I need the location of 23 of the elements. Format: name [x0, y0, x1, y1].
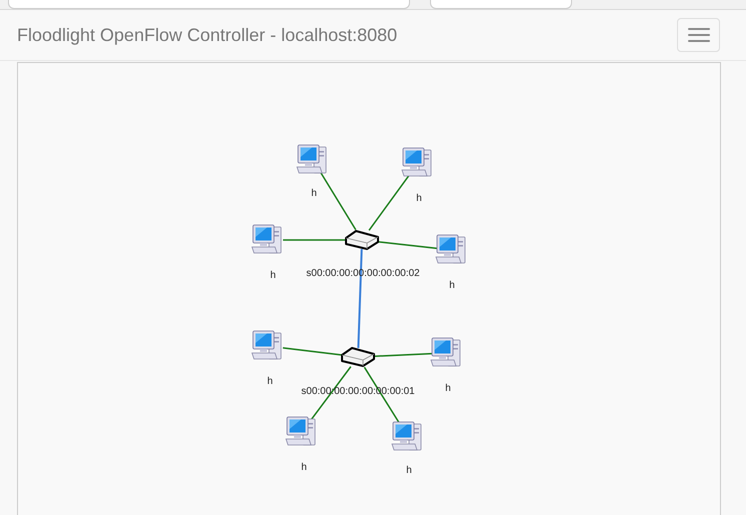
host-label: h	[270, 270, 276, 281]
computer-icon	[435, 234, 466, 264]
computer-icon	[430, 338, 460, 366]
computer-icon	[401, 148, 432, 176]
host-label: h	[449, 280, 455, 291]
switch-icon	[345, 230, 379, 250]
computer-icon	[251, 224, 282, 254]
host-label: h	[416, 193, 422, 204]
host-label: h	[301, 462, 307, 473]
menu-button[interactable]	[677, 18, 720, 52]
computer-icon	[391, 422, 422, 450]
host-label: h	[267, 376, 273, 387]
host-link	[368, 174, 410, 231]
computer-icon	[251, 330, 282, 360]
computer-icon	[285, 416, 316, 446]
host-label: h	[311, 188, 317, 199]
navbar-title[interactable]: Floodlight OpenFlow Controller - localhost:8080	[17, 24, 398, 46]
menu-icon	[688, 28, 710, 42]
host-link	[320, 172, 356, 230]
host-label: h	[406, 465, 412, 476]
host-label: h	[445, 383, 451, 394]
computer-icon	[296, 144, 326, 174]
switch-icon	[341, 347, 375, 367]
